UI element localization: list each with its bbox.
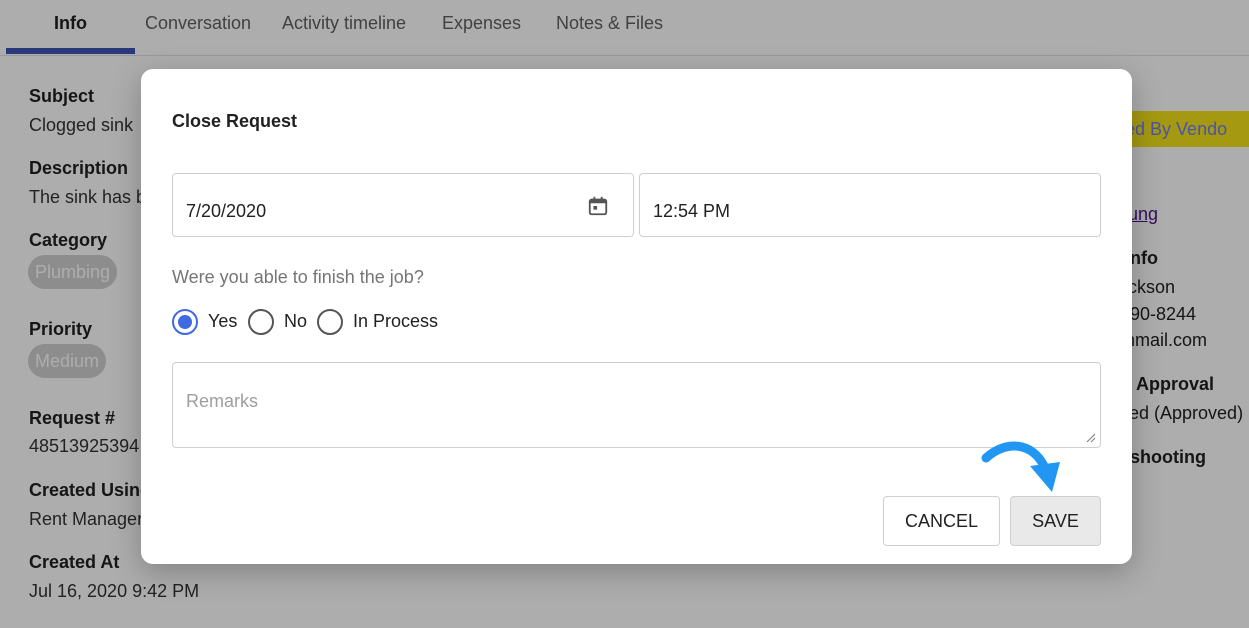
time-value: 12:54 PM bbox=[653, 201, 731, 221]
date-value: 7/20/2020 bbox=[186, 201, 267, 221]
radio-in-process[interactable] bbox=[317, 309, 343, 335]
radio-yes-label[interactable]: Yes bbox=[208, 311, 237, 332]
radio-in-process-label[interactable]: In Process bbox=[353, 311, 438, 332]
date-input[interactable]: 7/20/2020 bbox=[172, 173, 634, 237]
remarks-textarea[interactable]: Remarks bbox=[172, 362, 1101, 448]
cancel-button[interactable]: CANCEL bbox=[883, 496, 1000, 546]
finish-job-question: Were you able to finish the job? bbox=[172, 267, 424, 287]
save-button[interactable]: SAVE bbox=[1010, 496, 1101, 546]
radio-no[interactable] bbox=[248, 309, 274, 335]
time-input[interactable]: 12:54 PM bbox=[639, 173, 1101, 237]
calendar-icon[interactable] bbox=[587, 195, 609, 217]
resize-handle-icon[interactable] bbox=[1084, 431, 1096, 443]
radio-yes[interactable] bbox=[172, 309, 198, 335]
remarks-placeholder: Remarks bbox=[186, 391, 259, 411]
radio-no-label[interactable]: No bbox=[284, 311, 307, 332]
dialog-title: Close Request bbox=[172, 111, 298, 131]
pointer-arrow-icon bbox=[981, 441, 1060, 492]
